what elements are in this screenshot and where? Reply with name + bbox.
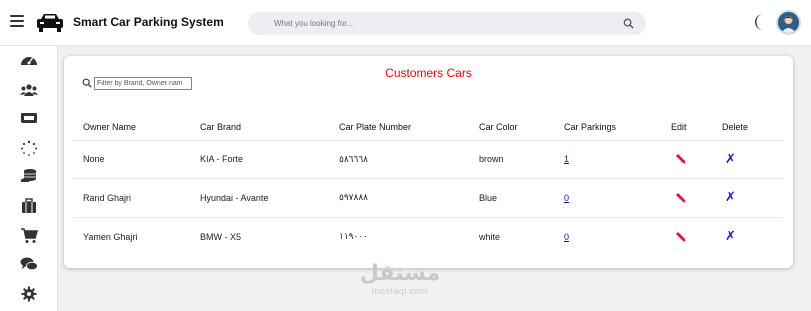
menu-icon[interactable] [10, 15, 24, 27]
car-logo-icon [37, 14, 63, 32]
dashboard-icon[interactable] [20, 52, 38, 68]
car-parkings-cell: 0 [554, 217, 661, 256]
car-brand-cell: Hyundai - Avante [190, 178, 329, 218]
delete-cell: ✗ [712, 217, 783, 256]
car-parkings-link[interactable]: 0 [564, 193, 569, 203]
car-brand-cell: BMW - X5 [200, 231, 242, 242]
chat-icon[interactable] [20, 256, 38, 272]
filter-input[interactable] [94, 76, 192, 90]
tickets-icon[interactable] [20, 110, 38, 126]
car-color-cell: white [479, 231, 501, 242]
avatar[interactable] [776, 10, 801, 35]
owner-name-cell: Rand Ghajri [73, 178, 190, 218]
filter-box [82, 76, 192, 90]
customers-icon[interactable] [20, 82, 38, 98]
plate-number-cell: ٥٩٧٨٨٨ [329, 178, 469, 218]
car-parkings-cell: 1 [554, 140, 661, 179]
owner-name-cell: Yamen Ghajri [83, 231, 138, 242]
watermark: مستقل mostaql.com [350, 261, 450, 297]
edit-cell [661, 217, 712, 256]
table-row: Rand Ghajri Hyundai - Avante ٥٩٧٨٨٨ Blue… [73, 178, 783, 218]
table-header-row: Owner Name Car Brand Car Plate Number Ca… [73, 114, 783, 141]
watermark-latin: mostaql.com [371, 286, 429, 296]
delete-x-icon[interactable]: ✗ [725, 190, 736, 205]
coins-icon[interactable] [20, 168, 38, 184]
sidebar [0, 46, 58, 311]
top-bar: Smart Car Parking System [0, 0, 811, 46]
plate-number-cell: ١١٩٠٠٠ [339, 231, 369, 241]
loading-icon[interactable] [20, 140, 38, 156]
car-parkings-link[interactable]: 0 [564, 232, 569, 242]
owner-name-cell: None [73, 140, 190, 179]
customers-cars-card: Customers Cars Owner Name Car Brand Car … [64, 56, 793, 268]
cart-icon[interactable] [20, 228, 38, 244]
customers-cars-table: Owner Name Car Brand Car Plate Number Ca… [73, 114, 783, 256]
search-icon[interactable] [623, 18, 634, 29]
table-row: None KIA - Forte ٥٨٦٦٦٨ brown 1 ✗ [73, 140, 783, 179]
delete-x-icon[interactable]: ✗ [725, 152, 736, 167]
header-owner-name: Owner Name [73, 114, 190, 141]
header-car-plate-number: Car Plate Number [329, 114, 469, 141]
plate-number-cell: ٥٨٦٦٦٨ [329, 140, 469, 179]
car-parkings-cell: 0 [554, 178, 661, 218]
pencil-edit-icon[interactable] [674, 231, 686, 243]
pencil-edit-icon[interactable] [674, 153, 686, 165]
app-title: Smart Car Parking System [73, 15, 224, 29]
delete-cell: ✗ [712, 178, 783, 218]
search-icon [82, 78, 92, 88]
settings-icon[interactable] [20, 286, 38, 302]
car-color-cell: Blue [469, 178, 554, 218]
delete-cell: ✗ [712, 140, 783, 179]
header-car-color: Car Color [469, 114, 554, 141]
edit-cell [661, 178, 712, 218]
search-input[interactable] [274, 16, 604, 31]
header-edit: Edit [661, 114, 712, 141]
watermark-arabic: مستقل [359, 261, 441, 286]
moon-icon[interactable] [752, 13, 768, 31]
search-bar[interactable] [248, 12, 646, 35]
edit-cell [661, 140, 712, 179]
header-delete: Delete [712, 114, 783, 141]
table-row: Yamen Ghajri BMW - X5 ١١٩٠٠٠ white 0 ✗ [73, 217, 783, 256]
car-color-cell: brown [469, 140, 554, 179]
car-brand-cell: KIA - Forte [190, 140, 329, 179]
pencil-edit-icon[interactable] [674, 192, 686, 204]
user-avatar-icon [778, 12, 799, 33]
header-car-brand: Car Brand [190, 114, 329, 141]
header-car-parkings: Car Parkings [554, 114, 661, 141]
car-parkings-link[interactable]: 1 [564, 154, 569, 164]
luggage-icon[interactable] [20, 198, 38, 214]
delete-x-icon[interactable]: ✗ [725, 229, 736, 244]
